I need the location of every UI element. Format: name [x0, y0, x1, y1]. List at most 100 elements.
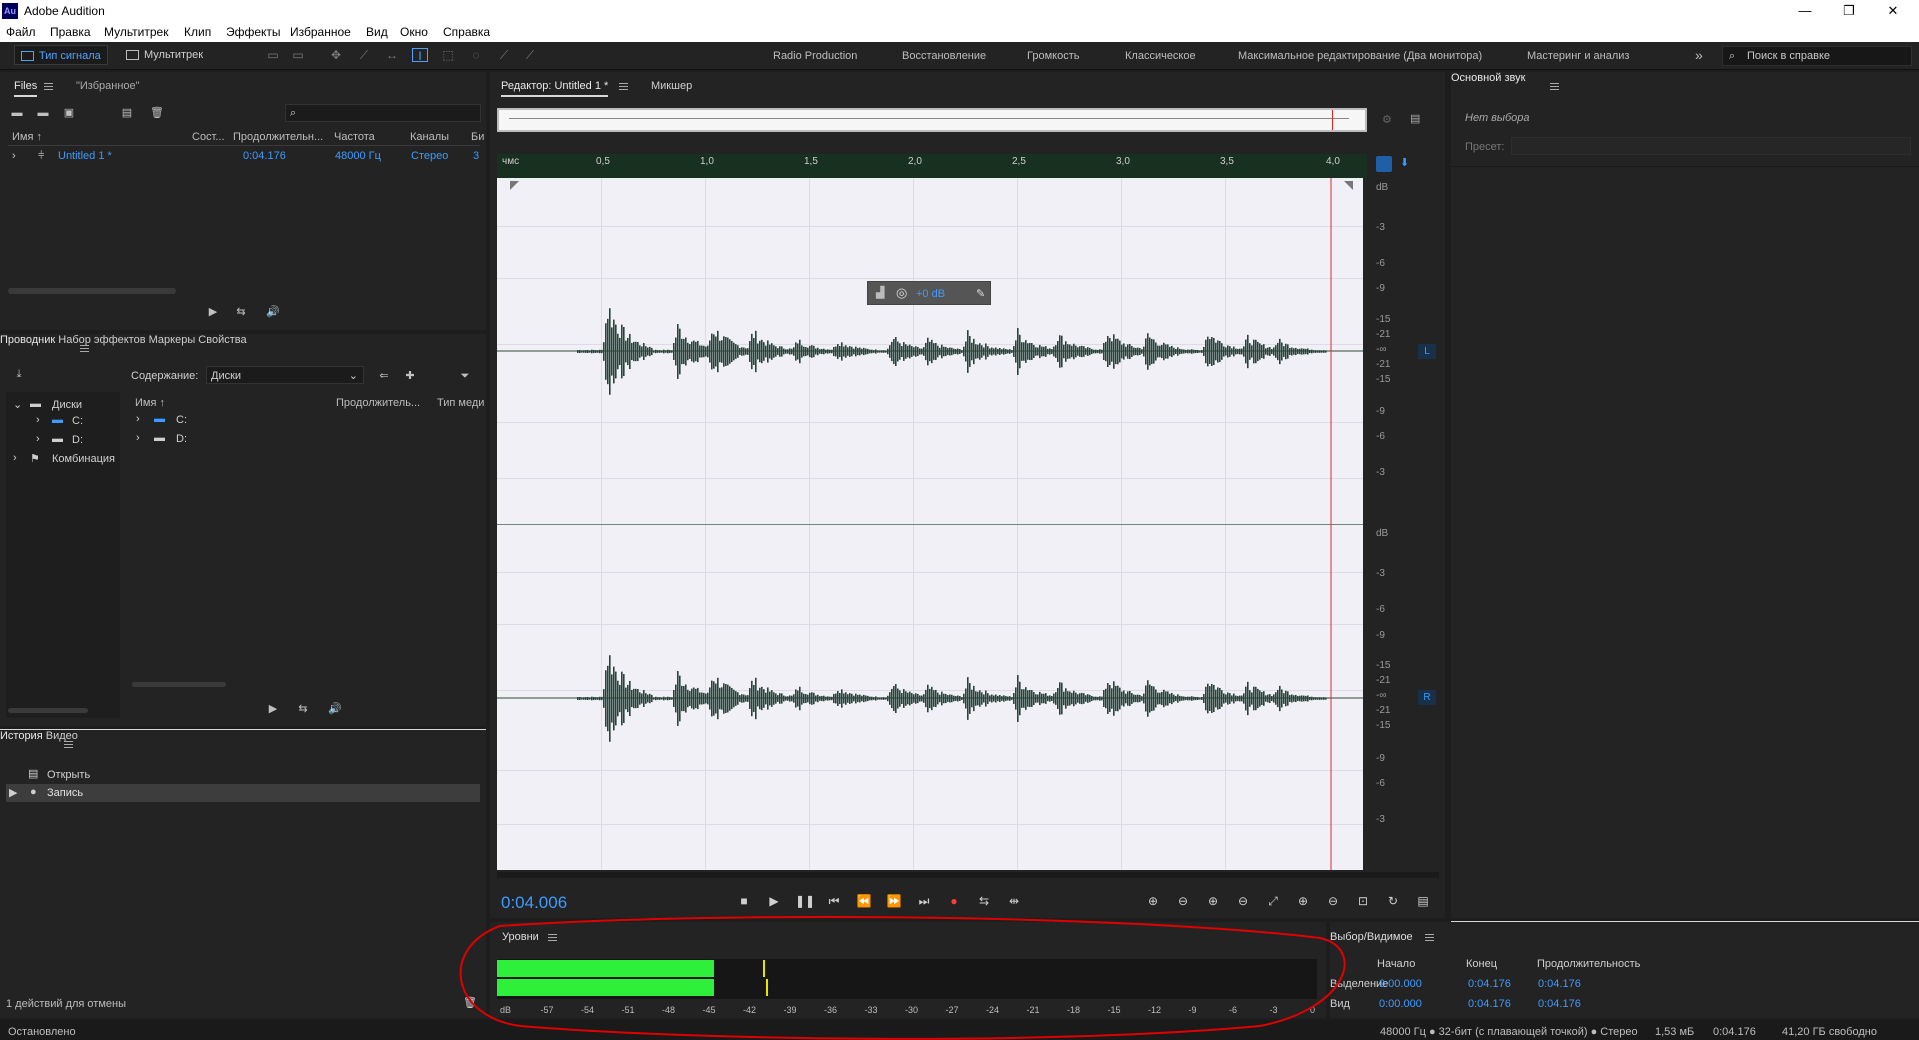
autoplay-icon[interactable]: 🔊 [266, 306, 280, 318]
menu-view[interactable]: Вид [366, 25, 388, 39]
insert-multitrack-icon[interactable]: ▤ [120, 107, 134, 119]
list-item[interactable]: C: [176, 414, 187, 426]
explorer-menu-icon[interactable] [80, 345, 89, 352]
back-icon[interactable]: ⇐ [377, 370, 391, 382]
menu-favorites[interactable]: Избранное [290, 25, 351, 39]
selection-end[interactable]: 0:04.176 [1468, 978, 1511, 990]
spot-healing-tool-icon[interactable]: ⟋ [522, 48, 538, 62]
play-icon[interactable]: ▶ [206, 306, 220, 318]
close-button[interactable]: ✕ [1878, 2, 1908, 20]
list-item[interactable]: ▤ Открыть [6, 766, 480, 784]
rewind-icon[interactable]: ⏪ [855, 893, 873, 909]
lasso-tool-icon[interactable]: ◌ [468, 48, 484, 62]
import-file-icon[interactable]: ▬ [36, 107, 50, 119]
gain-knob-icon[interactable]: ◎ [896, 285, 907, 301]
essential-sound-title[interactable]: Основной звук [1451, 72, 1525, 84]
tree-item-c[interactable]: C: [72, 415, 83, 427]
selection-duration[interactable]: 0:04.176 [1538, 978, 1581, 990]
spectral-display-icon[interactable]: ▭ [265, 48, 281, 62]
workspace-loudness[interactable]: Громкость [1027, 50, 1079, 62]
hud-gain-value[interactable]: +0 dB [916, 288, 945, 300]
razor-tool-icon[interactable]: ⟋ [356, 48, 372, 62]
multitrack-mode-button[interactable]: Мультитрек [120, 45, 209, 65]
timeline-ruler[interactable] [497, 154, 1367, 178]
marker-pin-icon[interactable]: ⬇ [1400, 156, 1410, 172]
channel-left-toggle[interactable]: L [1418, 344, 1436, 359]
loop-icon[interactable]: ⇆ [296, 703, 310, 715]
move-tool-icon[interactable]: ✥ [328, 48, 344, 62]
files-search-input[interactable]: ⌕ [285, 104, 481, 122]
menu-edit[interactable]: Правка [50, 25, 91, 39]
col-status[interactable]: Сост... [192, 131, 225, 143]
tab-properties[interactable]: Свойства [198, 334, 246, 346]
slip-tool-icon[interactable]: ↔ [384, 48, 400, 62]
scrollbar[interactable] [132, 682, 226, 687]
col-rate[interactable]: Частота [334, 131, 375, 143]
expand-icon[interactable]: › [13, 452, 17, 464]
loop-icon[interactable]: ⇆ [975, 893, 993, 909]
files-menu-icon[interactable] [44, 83, 53, 90]
skip-selection-icon[interactable]: ⇹ [1005, 893, 1023, 909]
scrollbar[interactable] [8, 288, 176, 294]
overview-bar[interactable] [497, 108, 1367, 132]
zoom-to-icon[interactable]: ⚙ [1382, 113, 1392, 126]
expand-icon[interactable]: › [36, 414, 40, 426]
col-duration[interactable]: Продолжительн... [233, 131, 323, 143]
view-duration[interactable]: 0:04.176 [1538, 998, 1581, 1010]
expand-icon[interactable]: › [36, 433, 40, 445]
horizontal-scrollbar[interactable] [497, 872, 1439, 878]
waveform-mode-button[interactable]: Тип сигнала [14, 45, 108, 65]
tab-video[interactable]: Видео [46, 730, 78, 742]
waveform-canvas[interactable]: ▟ ◎ +0 dB ✎ [497, 178, 1363, 870]
essential-sound-menu-icon[interactable] [1550, 83, 1559, 90]
zoom-in-point-icon[interactable]: ⊕ [1294, 893, 1312, 909]
menu-clip[interactable]: Клип [184, 25, 211, 39]
tab-markers[interactable]: Маркеры [149, 334, 196, 346]
open-file-icon[interactable]: ▬ [10, 107, 24, 119]
col-name[interactable]: Имя ↑ [135, 397, 165, 409]
expand-icon[interactable]: › [136, 413, 140, 425]
menu-file[interactable]: Файл [6, 25, 36, 39]
history-menu-icon[interactable] [64, 741, 73, 748]
delete-icon[interactable]: 🗑 [150, 107, 164, 119]
preset-dropdown[interactable] [1511, 137, 1911, 155]
menu-multitrack[interactable]: Мультитрек [104, 25, 168, 39]
tree-item-d[interactable]: D: [72, 434, 83, 446]
minimize-button[interactable]: — [1790, 2, 1820, 20]
table-row[interactable]: › ⫩ Untitled 1 * 0:04.176 48000 Гц Стере… [0, 148, 486, 164]
brush-tool-icon[interactable]: ⟋ [496, 48, 512, 62]
col-bits[interactable]: Би [471, 131, 484, 143]
zoom-out-amplitude-icon[interactable]: ⊖ [1174, 893, 1192, 909]
add-shortcut-icon[interactable]: ✚ [403, 370, 417, 382]
stop-icon[interactable]: ■ [735, 893, 753, 909]
download-icon[interactable]: ⤓ [12, 368, 26, 380]
col-media-type[interactable]: Тип меди [437, 397, 484, 409]
tab-effects-rack[interactable]: Набор эффектов [58, 334, 145, 346]
menu-effects[interactable]: Эффекты [226, 25, 281, 39]
filter-icon[interactable]: ⏷ [458, 370, 472, 382]
tab-history[interactable]: История [0, 730, 43, 742]
tab-favorites[interactable]: "Избранное" [76, 80, 140, 92]
workspace-radio-production[interactable]: Radio Production [773, 50, 857, 62]
menu-help[interactable]: Справка [443, 25, 490, 39]
marquee-tool-icon[interactable]: ⬚ [440, 48, 456, 62]
zoom-in-amplitude-icon[interactable]: ⊕ [1144, 893, 1162, 909]
workspace-max-edit[interactable]: Максимальное редактирование (Два монитор… [1238, 50, 1482, 62]
selection-start[interactable]: 0:00.000 [1379, 978, 1422, 990]
tab-files[interactable]: Files [14, 80, 38, 97]
expand-icon[interactable]: › [12, 150, 16, 162]
chevron-down-icon[interactable]: ⌄ [13, 398, 22, 411]
tab-explorer[interactable]: Проводник [0, 334, 55, 346]
editor-menu-icon[interactable] [619, 83, 628, 90]
zoom-reset-icon[interactable]: ↻ [1384, 893, 1402, 909]
pitch-display-icon[interactable]: ▭ [290, 48, 306, 62]
hud-gain-control[interactable]: ▟ ◎ +0 dB ✎ [867, 281, 991, 305]
zoom-out-time-icon[interactable]: ⊖ [1234, 893, 1252, 909]
skip-back-icon[interactable]: ⏮ [825, 893, 843, 909]
autoplay-icon[interactable]: 🔊 [328, 703, 342, 715]
time-selection-tool-icon[interactable]: I [412, 48, 428, 63]
play-icon[interactable]: ▶ [266, 703, 280, 715]
record-icon[interactable]: ● [945, 893, 963, 909]
scrollbar[interactable] [8, 708, 88, 713]
snap-icon[interactable] [1376, 156, 1392, 172]
